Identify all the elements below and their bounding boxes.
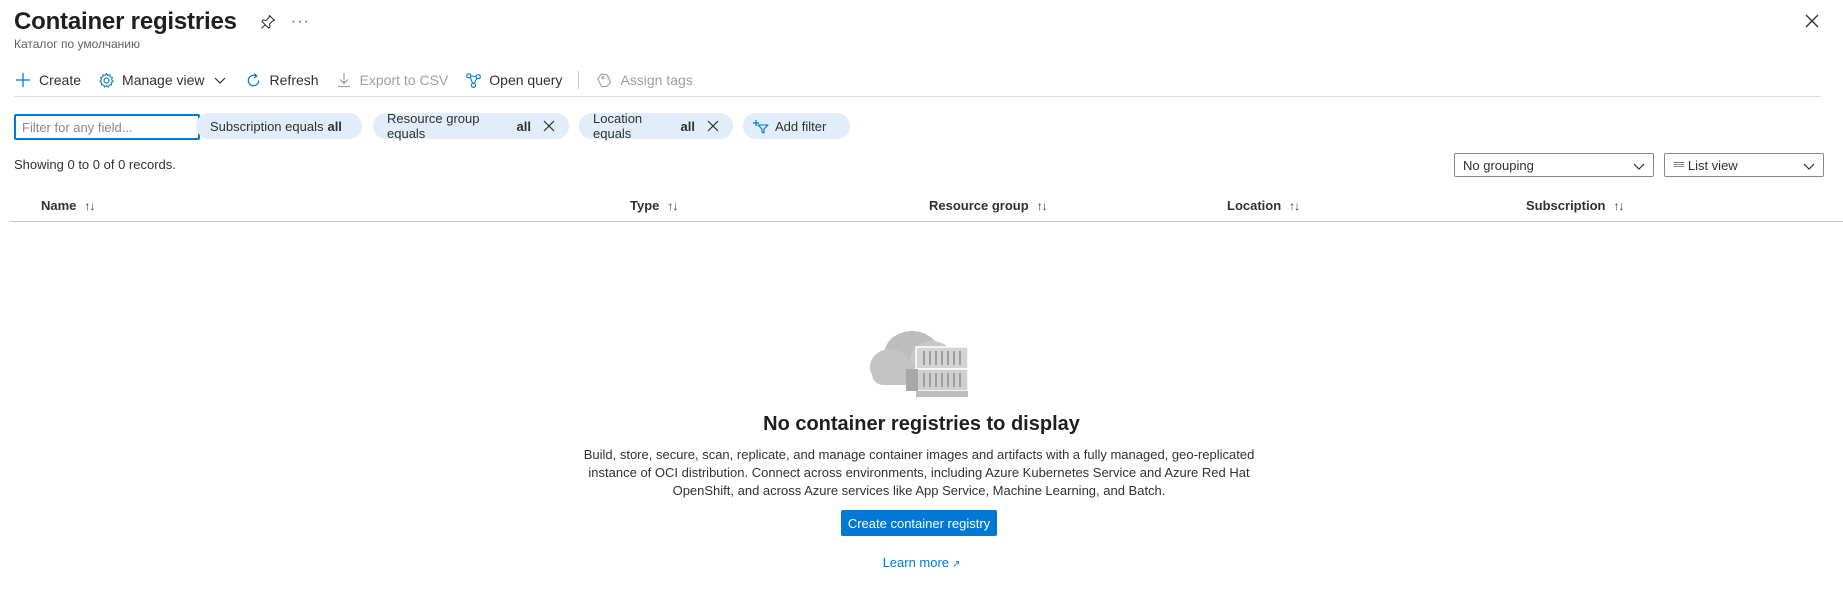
pin-icon[interactable] [259, 13, 277, 31]
empty-state-description: Build, store, secure, scan, replicate, a… [583, 447, 1255, 498]
table-header-divider [10, 221, 1843, 222]
chevron-down-icon [1803, 160, 1815, 172]
grouping-dropdown[interactable]: No grouping [1454, 153, 1654, 177]
remove-resource-group-filter-icon[interactable] [543, 120, 555, 132]
add-filter-icon [753, 118, 769, 134]
assign-tags-label: Assign tags [620, 72, 693, 88]
location-filter-label: Location equals [593, 111, 643, 141]
query-icon [464, 71, 482, 89]
grouping-selected: No grouping [1463, 157, 1534, 173]
sort-icon: ↑↓ [1613, 198, 1624, 213]
add-filter-button[interactable]: Add filter [743, 113, 850, 139]
open-query-label: Open query [489, 72, 563, 88]
column-label: Type [630, 198, 660, 213]
add-filter-label: Add filter [775, 118, 827, 134]
learn-more-link[interactable]: Learn more ↗ [0, 555, 1843, 570]
page-subtitle: Каталог по умолчанию [14, 37, 140, 51]
view-selected: List view [1687, 157, 1738, 173]
location-filter-value: all [680, 118, 695, 134]
refresh-label: Refresh [269, 72, 319, 88]
open-query-button[interactable]: Open query [464, 66, 562, 94]
container-registries-page: Container registries ··· Каталог по умол… [0, 0, 1843, 603]
assign-tags-button[interactable]: Assign tags [595, 66, 693, 94]
learn-more-label: Learn more [882, 555, 950, 570]
sort-icon: ↑↓ [84, 198, 95, 213]
records-count: Showing 0 to 0 of 0 records. [14, 157, 176, 172]
subscription-filter-label: Subscription equals [210, 118, 324, 134]
subscription-filter-pill[interactable]: Subscription equals all [196, 113, 362, 139]
tag-icon [595, 71, 613, 89]
chevron-down-icon [211, 71, 229, 89]
download-icon [335, 71, 353, 89]
manage-view-label: Manage view [122, 72, 205, 88]
column-label: Location [1227, 198, 1282, 213]
close-icon[interactable] [1803, 12, 1821, 30]
column-label: Subscription [1526, 198, 1606, 213]
column-header-resource-group[interactable]: Resource group ↑↓ [929, 198, 1048, 213]
toolbar-divider [578, 71, 580, 89]
view-dropdown[interactable]: ≡≡ List view [1664, 153, 1824, 177]
resource-group-filter-value: all [516, 118, 531, 134]
sort-icon: ↑↓ [1289, 198, 1300, 213]
more-options-icon[interactable]: ··· [291, 13, 310, 31]
location-filter-pill[interactable]: Location equals all [579, 111, 733, 141]
gear-icon [97, 71, 115, 89]
chevron-down-icon [1633, 160, 1645, 172]
command-bar: Create Manage view Refresh Export to CSV [14, 66, 709, 94]
refresh-button[interactable]: Refresh [245, 66, 319, 94]
export-csv-button[interactable]: Export to CSV [335, 66, 449, 94]
manage-view-button[interactable]: Manage view [97, 66, 229, 94]
page-title: Container registries [14, 8, 237, 35]
remove-location-filter-icon[interactable] [707, 120, 719, 132]
empty-state-title: No container registries to display [763, 413, 1080, 435]
command-bar-divider [14, 96, 1821, 97]
sort-icon: ↑↓ [667, 198, 678, 213]
title-row: Container registries ··· [14, 8, 310, 36]
column-header-type[interactable]: Type ↑↓ [630, 198, 678, 213]
external-link-icon: ↗ [952, 559, 961, 570]
filter-input[interactable] [14, 114, 200, 140]
column-header-name[interactable]: Name ↑↓ [41, 198, 95, 213]
column-label: Name [41, 198, 77, 213]
create-button[interactable]: Create [14, 66, 81, 94]
list-view-icon: ≡≡ [1673, 159, 1685, 171]
create-label: Create [39, 72, 82, 88]
column-label: Resource group [929, 198, 1029, 213]
container-registry-cloud-icon [870, 331, 969, 397]
subscription-filter-value: all [327, 118, 342, 134]
create-container-registry-button[interactable]: Create container registry [841, 510, 997, 536]
sort-icon: ↑↓ [1036, 198, 1048, 213]
resource-group-filter-pill[interactable]: Resource group equals all [373, 111, 569, 141]
column-header-subscription[interactable]: Subscription ↑↓ [1526, 198, 1624, 213]
refresh-icon [245, 71, 263, 89]
export-csv-label: Export to CSV [359, 72, 449, 88]
resource-group-filter-label: Resource group equals [387, 111, 480, 141]
column-header-location[interactable]: Location ↑↓ [1227, 198, 1300, 213]
plus-icon [14, 71, 32, 89]
table-header: Name ↑↓ Type ↑↓ Resource group ↑↓ Locati… [0, 190, 1843, 222]
